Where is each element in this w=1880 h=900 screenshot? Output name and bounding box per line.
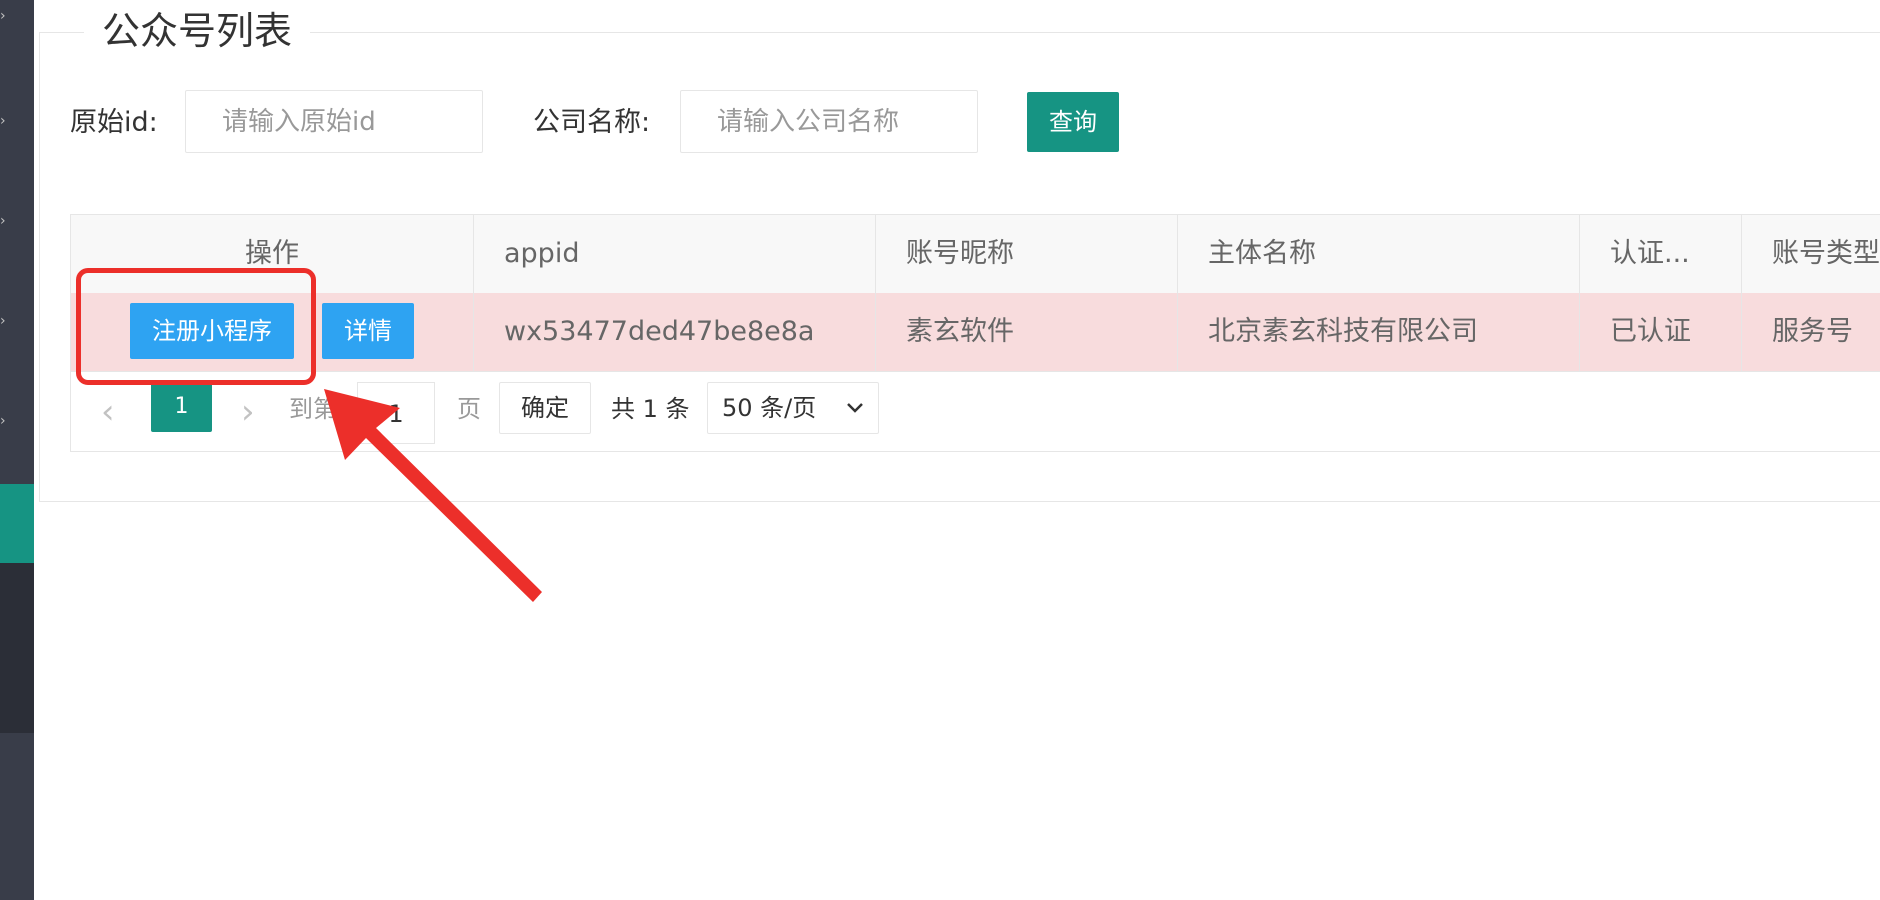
- table-header: 操作 appid 账号昵称 主体名称 认证... 账号类型: [71, 215, 1880, 294]
- nickname-cell: 素玄软件: [876, 293, 1178, 371]
- column-header: appid: [474, 215, 876, 293]
- page-title: 公众号列表: [84, 6, 311, 56]
- chevron-right-icon[interactable]: ›: [241, 392, 255, 432]
- page-size-select[interactable]: 50 条/页: [707, 382, 879, 434]
- account-table: 操作 appid 账号昵称 主体名称 认证... 账号类型 注册小程序 详情 w…: [70, 214, 1880, 452]
- pagination: ‹ 1 › 到第 1 页 确定 共 1 条 50 条/页: [71, 372, 1880, 452]
- sidebar-item-active[interactable]: [0, 484, 34, 563]
- app-page: › › › › › 公众号列表 原始id: 公司名称: 查询 操作 appid …: [0, 0, 1880, 900]
- chevron-icon[interactable]: ›: [0, 214, 12, 228]
- chevron-down-icon: [847, 403, 863, 413]
- goto-confirm-button[interactable]: 确定: [499, 382, 591, 434]
- column-header: 账号昵称: [876, 215, 1178, 293]
- company-name-input[interactable]: [680, 90, 978, 153]
- column-header: 认证...: [1580, 215, 1742, 293]
- company-name-label: 公司名称:: [533, 107, 651, 138]
- chevron-icon[interactable]: ›: [0, 414, 12, 428]
- original-id-input[interactable]: [185, 90, 483, 153]
- chevron-icon[interactable]: ›: [0, 314, 12, 328]
- sidebar: › › › › ›: [0, 0, 34, 900]
- goto-label: 到第: [289, 395, 337, 423]
- chevron-icon[interactable]: ›: [0, 9, 12, 23]
- goto-page-input[interactable]: 1: [357, 382, 435, 444]
- current-page[interactable]: 1: [151, 382, 212, 432]
- column-header: 账号类型: [1772, 238, 1880, 269]
- original-id-label: 原始id:: [70, 107, 158, 138]
- details-button[interactable]: 详情: [322, 303, 414, 359]
- total-count: 共 1 条: [611, 395, 690, 423]
- entity-cell: 北京素玄科技有限公司: [1178, 293, 1580, 371]
- verified-cell: 已认证: [1580, 293, 1742, 371]
- chevron-left-icon[interactable]: ‹: [101, 392, 115, 432]
- query-button[interactable]: 查询: [1027, 92, 1119, 152]
- column-header: 主体名称: [1178, 215, 1580, 293]
- appid-cell: wx53477ded47be8e8a: [474, 293, 876, 371]
- page-size-value: 50 条/页: [722, 394, 817, 422]
- page-unit-label: 页: [457, 395, 481, 423]
- chevron-icon[interactable]: ›: [0, 114, 12, 128]
- sidebar-submenu: [0, 563, 34, 733]
- table-row[interactable]: 注册小程序 详情 wx53477ded47be8e8a 素玄软件 北京素玄科技有…: [71, 293, 1880, 372]
- account-type-cell: 服务号: [1772, 316, 1853, 347]
- annotation-highlight-box: [76, 268, 316, 385]
